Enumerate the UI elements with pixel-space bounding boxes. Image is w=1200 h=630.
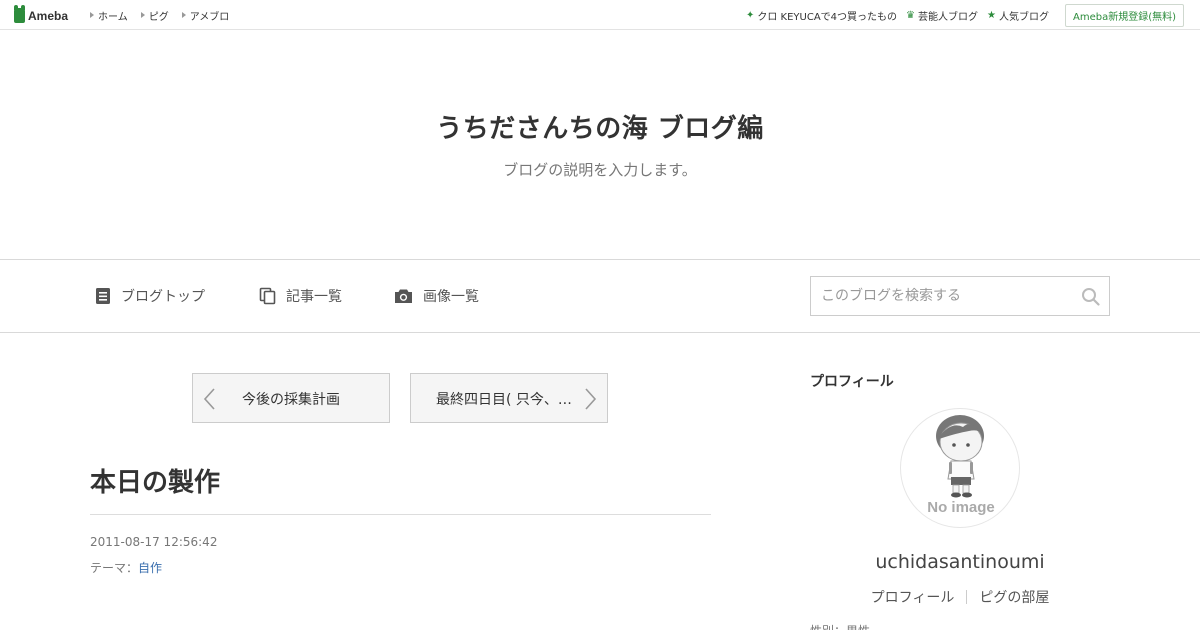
ameba-logo[interactable]: Ameba	[14, 5, 69, 24]
blog-search	[810, 276, 1110, 316]
chevron-left-icon	[203, 388, 215, 410]
pigg-room-link[interactable]: ピグの部屋	[979, 587, 1049, 607]
profile-gender: 性別：男性	[810, 622, 870, 630]
copy-icon	[259, 287, 276, 305]
ameba-logo-text: Ameba	[28, 8, 69, 23]
profile-name[interactable]: uchidasantinoumi	[810, 551, 1110, 573]
profile-heading: プロフィール	[810, 374, 894, 390]
global-nav-ameblo[interactable]: アメブロ	[181, 8, 229, 23]
nav-images[interactable]: 画像一覧	[394, 286, 479, 306]
camera-icon	[395, 289, 412, 303]
celebrity-blog-link[interactable]: ♛ 芸能人ブログ	[906, 8, 978, 23]
blog-description: ブログの説明を入力します。	[503, 161, 697, 179]
avatar[interactable]: No image	[900, 408, 1020, 528]
signup-button[interactable]: Ameba新規登録(無料)	[1064, 3, 1184, 27]
global-nav-home[interactable]: ホーム	[90, 8, 128, 23]
profile-links: プロフィール ピグの部屋	[810, 587, 1110, 607]
search-icon[interactable]	[1081, 287, 1100, 306]
prev-entry-button[interactable]: 今後の採集計画	[192, 373, 390, 423]
no-image-text: No image	[927, 499, 995, 516]
profile-link[interactable]: プロフィール	[871, 587, 955, 607]
next-entry-label: 最終四日目( 只今、…	[436, 392, 572, 408]
triangle-right-icon	[181, 12, 186, 18]
theme-label: テーマ：	[90, 561, 139, 575]
chevron-right-icon	[585, 388, 597, 410]
global-nav-pigg[interactable]: ピグ	[140, 8, 169, 23]
divider	[966, 590, 968, 604]
global-header: Ameba ホーム ピグ アメブロ ✦ クロ KEYUCAで4つ買ったもの ♛ 芸能…	[0, 0, 1200, 30]
global-header-right: ✦ クロ KEYUCAで4つ買ったもの ♛ 芸能人ブログ ★ 人気ブログ Ameba新…	[746, 0, 1184, 30]
nav-articles[interactable]: 記事一覧	[259, 286, 342, 306]
popular-blog-link[interactable]: ★ 人気ブログ	[987, 8, 1049, 23]
global-nav: ホーム ピグ アメブロ	[90, 0, 229, 30]
search-input[interactable]	[811, 277, 1071, 315]
prev-entry-label: 今後の採集計画	[242, 392, 340, 408]
blog-nav: ブログトップ 記事一覧 画像一覧	[0, 259, 1200, 333]
triangle-right-icon	[90, 12, 94, 18]
entry-title[interactable]: 本日の製作	[90, 462, 220, 499]
next-entry-button[interactable]: 最終四日目( 只今、…	[410, 373, 608, 423]
ameba-logo-icon	[14, 5, 25, 23]
sparkle-icon: ✦	[745, 9, 755, 21]
theme-link[interactable]: 自作	[138, 561, 162, 575]
document-icon	[96, 288, 110, 304]
entry-date: 2011-08-17 12:56:42	[90, 535, 218, 549]
entry-theme: テーマ：自作	[90, 559, 162, 576]
star-icon: ★	[987, 9, 996, 21]
triangle-right-icon	[140, 12, 145, 18]
divider	[90, 514, 711, 515]
blog-title[interactable]: うちださんちの海 ブログ編	[0, 108, 1200, 145]
promo-link[interactable]: ✦ クロ KEYUCAで4つ買ったもの	[746, 8, 897, 23]
nav-blog-top[interactable]: ブログトップ	[95, 286, 205, 306]
crown-icon: ♛	[906, 9, 916, 21]
